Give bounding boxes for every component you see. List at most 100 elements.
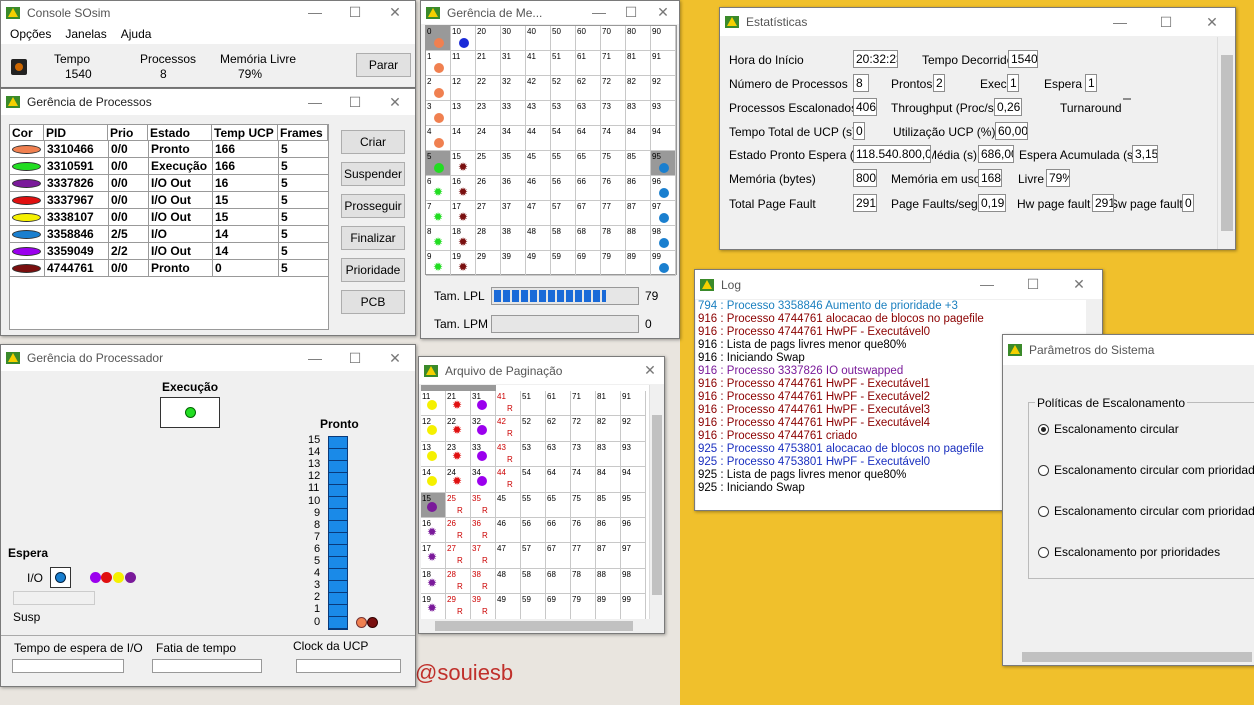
menu-janelas[interactable]: Janelas <box>65 27 106 41</box>
minimize-icon[interactable]: — <box>583 4 615 21</box>
close-icon[interactable]: ✕ <box>1189 14 1235 31</box>
paging-slot: 46 <box>496 518 521 544</box>
finalizar-button[interactable]: Finalizar <box>341 226 405 250</box>
paging-slot: 99 <box>621 594 646 620</box>
prosseguir-button[interactable]: Prosseguir <box>341 194 405 218</box>
column-header[interactable]: PID <box>44 125 108 141</box>
paging-file-titlebar[interactable]: Arquivo de Paginação ✕ <box>419 357 664 384</box>
table-row[interactable]: 3338107 0/0 I/O Out 15 5 <box>10 209 328 226</box>
table-row[interactable]: 3310591 0/0 Execução 166 5 <box>10 158 328 175</box>
radio-label[interactable]: Escalonamento circular com prioridades d… <box>1054 504 1254 518</box>
paging-slot: 88 <box>596 568 621 595</box>
tempo-io-slider[interactable] <box>12 659 124 673</box>
memory-frame: 70 <box>601 26 626 51</box>
page-marker <box>659 238 669 248</box>
cell-ucp: 15 <box>212 192 278 209</box>
criar-button[interactable]: Criar <box>341 130 405 154</box>
paging-slot: 21 ✹ <box>446 391 471 417</box>
memory-frame: 43 <box>526 101 551 126</box>
cell-frames: 5 <box>278 175 328 192</box>
radio-label[interactable]: Escalonamento circular <box>1054 422 1179 436</box>
menu-ajuda[interactable]: Ajuda <box>121 27 152 41</box>
radio-button[interactable] <box>1038 547 1049 558</box>
close-icon[interactable]: ✕ <box>636 362 664 379</box>
table-row[interactable]: 3358846 2/5 I/O 14 5 <box>10 226 328 243</box>
radio-label[interactable]: Escalonamento por prioridades <box>1054 545 1220 559</box>
close-icon[interactable]: ✕ <box>375 94 415 111</box>
pcb-button[interactable]: PCB <box>341 290 405 314</box>
close-icon[interactable]: ✕ <box>647 4 679 21</box>
sosim-logo-icon <box>725 16 739 28</box>
table-row[interactable]: 4744761 0/0 Pronto 0 5 <box>10 260 328 277</box>
column-header[interactable]: Prio <box>108 125 148 141</box>
maximize-icon[interactable]: ☐ <box>335 4 375 21</box>
vertical-scrollbar[interactable] <box>649 385 663 619</box>
memory-frame: 79 <box>601 251 626 276</box>
suspender-button[interactable]: Suspender <box>341 162 405 186</box>
cell-prio: 0/0 <box>108 158 148 175</box>
page-marker: ✹ <box>433 210 444 224</box>
cell-estado: I/O Out <box>148 243 212 260</box>
minimize-icon[interactable]: — <box>295 350 335 367</box>
emuso-label: Memória em uso <box>891 172 981 186</box>
table-row[interactable]: 3359049 2/2 I/O Out 14 5 <box>10 243 328 260</box>
column-header[interactable]: Frames <box>278 125 328 141</box>
minimize-icon[interactable]: — <box>964 276 1010 293</box>
memory-frame: 55 <box>551 151 576 176</box>
system-params-titlebar[interactable]: Parâmetros do Sistema <box>1003 335 1254 365</box>
close-icon[interactable]: ✕ <box>1056 276 1102 293</box>
maximize-icon[interactable]: ☐ <box>1143 14 1189 31</box>
processor-manager-titlebar[interactable]: Gerência do Processador — ☐ ✕ <box>1 345 415 371</box>
escal-value: 406 <box>853 98 877 116</box>
prioridade-button[interactable]: Prioridade <box>341 258 405 282</box>
column-header[interactable]: Temp UCP <box>212 125 278 141</box>
memory-frame: 42 <box>526 76 551 101</box>
column-header[interactable]: Cor <box>10 125 44 141</box>
maximize-icon[interactable]: ☐ <box>335 350 375 367</box>
radio-button[interactable] <box>1038 465 1049 476</box>
scale-tick: 7 <box>314 530 321 543</box>
menu-opcoes[interactable]: Opções <box>10 27 51 41</box>
scale-tick: 5 <box>314 555 321 567</box>
vertical-scrollbar[interactable] <box>1217 37 1235 249</box>
memory-manager-titlebar[interactable]: Gerência de Me... — ☐ ✕ <box>421 1 679 24</box>
paging-slot: 17 ✹ <box>421 543 446 569</box>
clock-slider[interactable] <box>296 659 401 673</box>
paging-slot: 92 <box>621 416 646 442</box>
close-icon[interactable]: ✕ <box>375 4 415 21</box>
minimize-icon[interactable]: — <box>295 94 335 111</box>
paging-slot: 75 <box>571 492 596 518</box>
table-row[interactable]: 3337826 0/0 I/O Out 16 5 <box>10 175 328 192</box>
maximize-icon[interactable]: ☐ <box>335 94 375 111</box>
throughput-label: Throughput (Proc/s) <box>891 101 998 115</box>
minimize-icon[interactable]: — <box>1097 14 1143 31</box>
paging-slot: 66 <box>546 518 571 544</box>
horizontal-scrollbar[interactable] <box>421 619 649 633</box>
paging-slot: 83 <box>596 441 621 468</box>
table-row[interactable]: 3337967 0/0 I/O Out 15 5 <box>10 192 328 209</box>
log-titlebar[interactable]: Log — ☐ ✕ <box>695 270 1102 299</box>
close-icon[interactable]: ✕ <box>375 350 415 367</box>
page-marker <box>477 400 487 410</box>
radio-button[interactable] <box>1038 506 1049 517</box>
memory-frame: 10 <box>451 26 476 51</box>
radio-button[interactable] <box>1038 424 1049 435</box>
page-marker <box>477 450 487 461</box>
fatia-slider[interactable] <box>152 659 262 673</box>
horizontal-scrollbar[interactable] <box>1004 649 1254 665</box>
column-header[interactable]: Estado <box>148 125 212 141</box>
parar-button[interactable]: Parar <box>356 53 411 77</box>
scale-tick: 0 <box>314 615 321 628</box>
statistics-titlebar[interactable]: Estatísticas — ☐ ✕ <box>720 8 1235 36</box>
minimize-icon[interactable]: — <box>295 4 335 21</box>
console-titlebar[interactable]: Console SOsim — ☐ ✕ <box>1 1 415 24</box>
page-marker: ✹ <box>452 474 463 489</box>
maximize-icon[interactable]: ☐ <box>1010 276 1056 293</box>
process-manager-titlebar[interactable]: Gerência de Processos — ☐ ✕ <box>1 89 415 115</box>
scale-tick: 2 <box>314 591 321 604</box>
table-row[interactable]: 3310466 0/0 Pronto 166 5 <box>10 141 328 158</box>
nproc-value: 8 <box>853 74 869 92</box>
radio-label[interactable]: Escalonamento circular com prioridades e… <box>1054 463 1254 477</box>
maximize-icon[interactable]: ☐ <box>615 4 647 21</box>
paging-slot: 67 <box>546 543 571 569</box>
